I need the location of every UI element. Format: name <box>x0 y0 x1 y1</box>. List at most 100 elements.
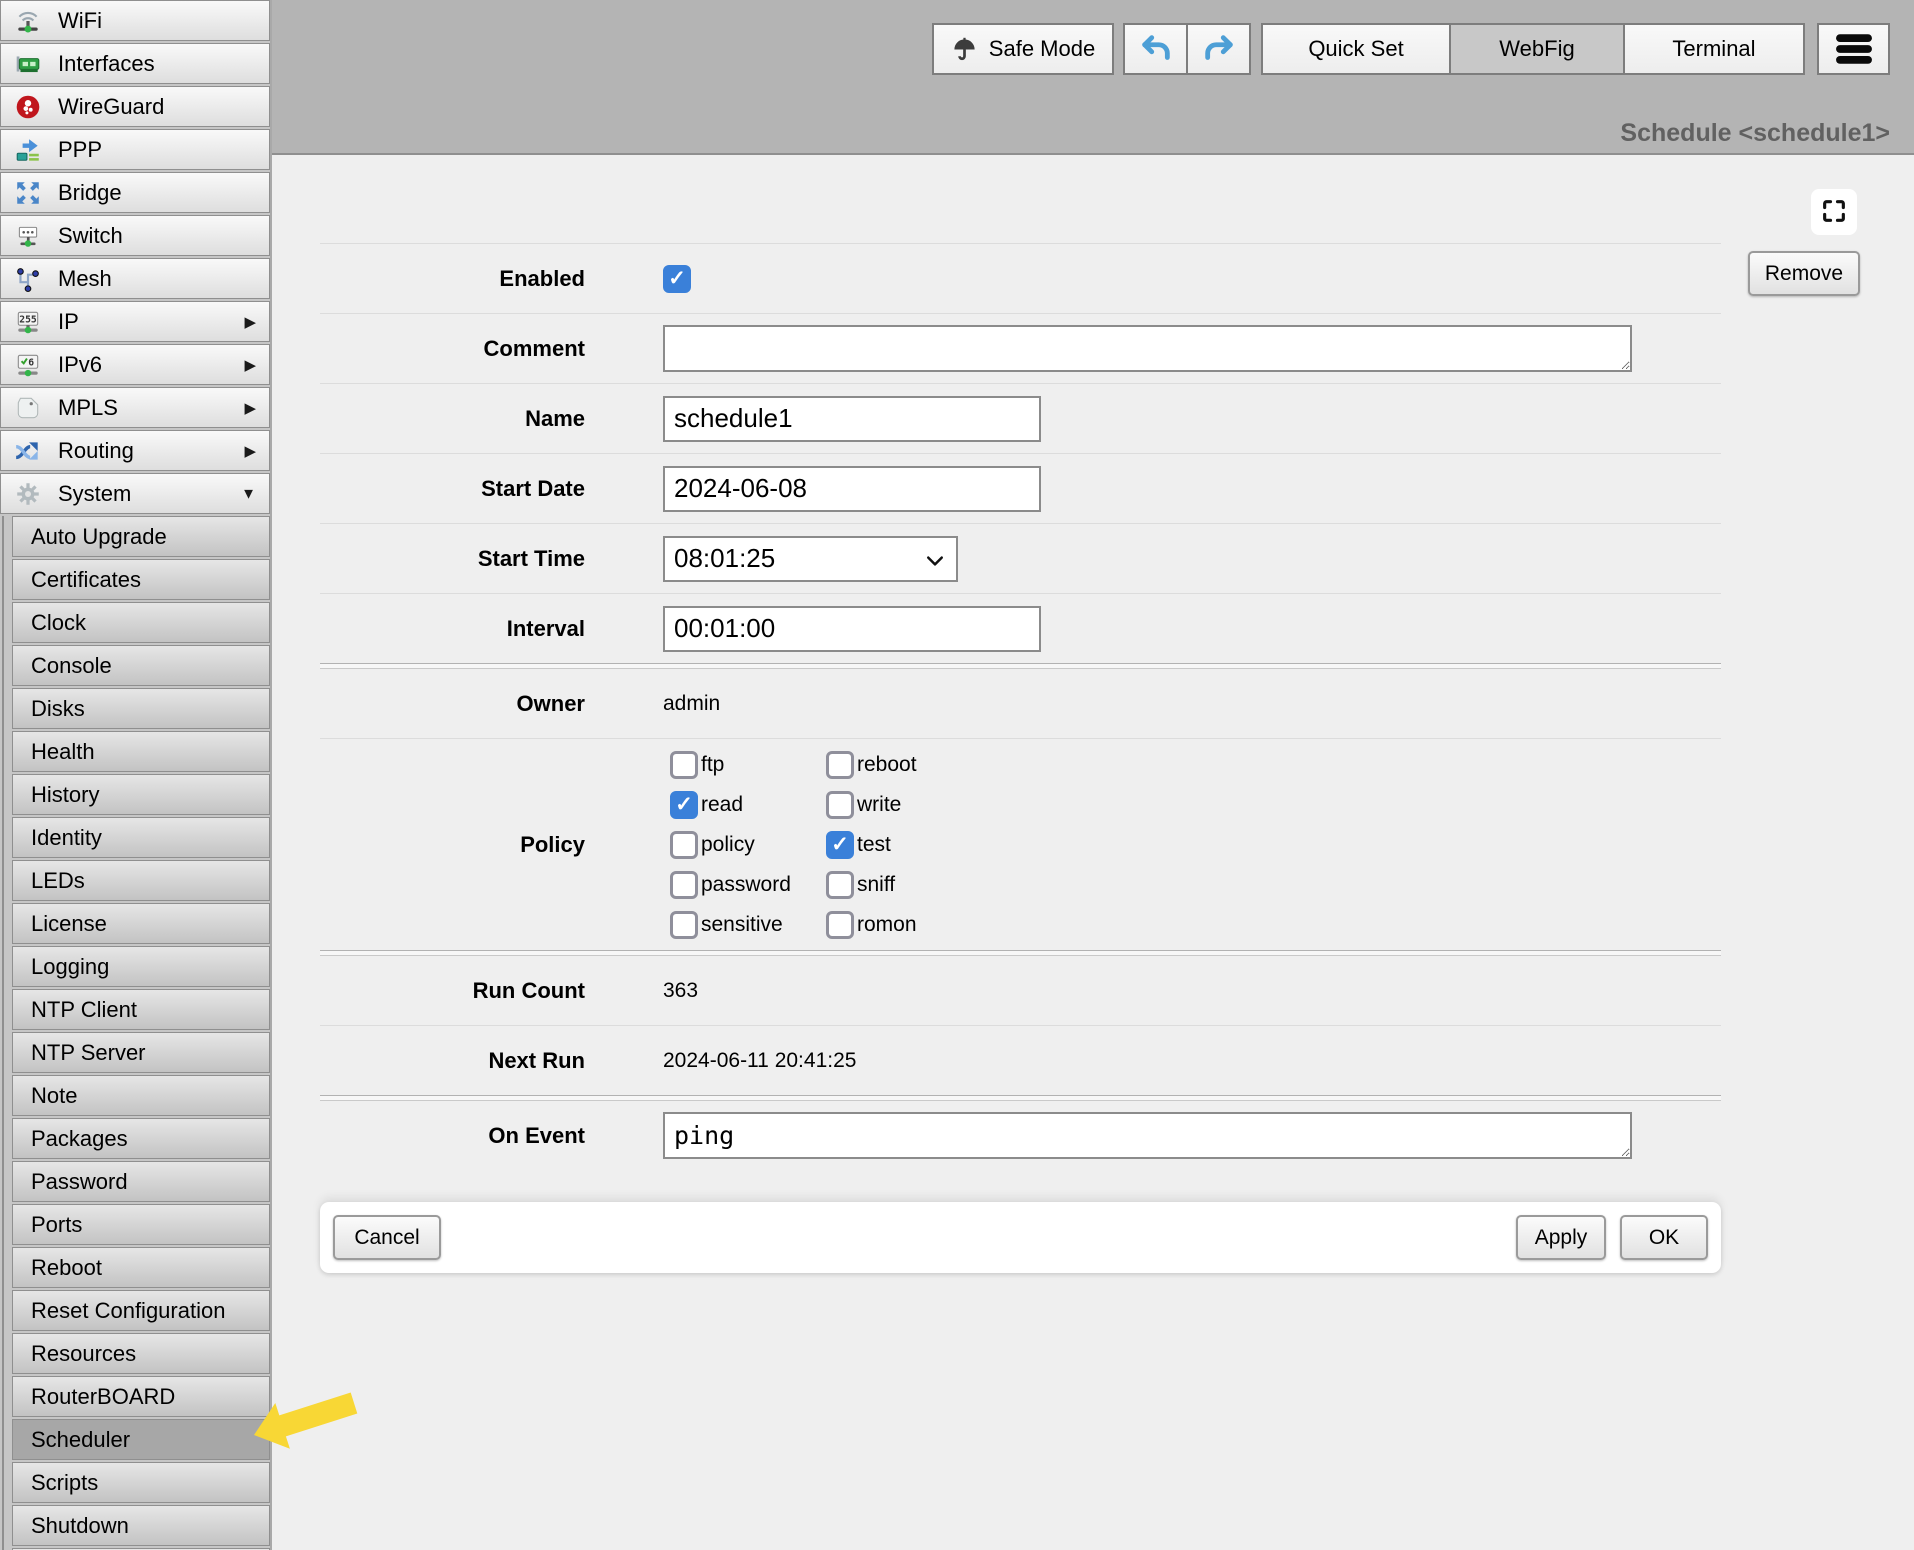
sidebar-item-wireguard[interactable]: WireGuard <box>0 86 270 127</box>
run-count-value: 363 <box>663 979 698 1003</box>
sidebar-item-certificates[interactable]: Certificates <box>12 559 270 600</box>
sidebar-item-license[interactable]: License <box>12 903 270 944</box>
sidebar-item-shutdown[interactable]: Shutdown <box>12 1505 270 1546</box>
hamburger-menu-button[interactable] <box>1817 23 1890 75</box>
sidebar-item-scripts[interactable]: Scripts <box>12 1462 270 1503</box>
next-run-row: Next Run 2024-06-11 20:41:25 <box>320 1026 1721 1095</box>
policy-checkbox-reboot[interactable] <box>826 751 854 779</box>
sidebar-item-mpls[interactable]: MPLS ▶ <box>0 387 270 428</box>
apply-button[interactable]: Apply <box>1516 1215 1606 1260</box>
sidebar-item-ipv6[interactable]: 6IPv6▶ <box>0 344 270 385</box>
sidebar-item-label: Clock <box>31 610 86 636</box>
sidebar-item-packages[interactable]: Packages <box>12 1118 270 1159</box>
sidebar-item-note[interactable]: Note <box>12 1075 270 1116</box>
sidebar-item-routing[interactable]: Routing▶ <box>0 430 270 471</box>
tab-quick-set[interactable]: Quick Set <box>1261 23 1451 75</box>
enabled-row: Enabled <box>320 244 1721 313</box>
webfig-screen: Safe Mode Quick Set WebFig Terminal <box>0 0 1914 1550</box>
tab-webfig[interactable]: WebFig <box>1449 23 1625 75</box>
policy-checkbox-write[interactable] <box>826 791 854 819</box>
sidebar-item-ntp-client[interactable]: NTP Client <box>12 989 270 1030</box>
sidebar-item-password[interactable]: Password <box>12 1161 270 1202</box>
sidebar-item-system[interactable]: System▼ <box>0 473 270 514</box>
sidebar-item-reset-configuration[interactable]: Reset Configuration <box>12 1290 270 1331</box>
sidebar-item-mesh[interactable]: Mesh <box>0 258 270 299</box>
sidebar-item-logging[interactable]: Logging <box>12 946 270 987</box>
policy-option-ftp[interactable]: ftp <box>670 751 826 779</box>
policy-option-reboot[interactable]: reboot <box>826 751 917 779</box>
sidebar-item-bridge[interactable]: Bridge <box>0 172 270 213</box>
sidebar-item-history[interactable]: History <box>12 774 270 815</box>
sidebar-item-label: PPP <box>58 137 102 163</box>
name-input[interactable] <box>663 396 1041 442</box>
chevron-right-icon: ▶ <box>244 356 256 374</box>
policy-checkbox-password[interactable] <box>670 871 698 899</box>
sidebar-item-identity[interactable]: Identity <box>12 817 270 858</box>
cancel-button[interactable]: Cancel <box>333 1215 441 1260</box>
owner-value: admin <box>663 692 720 716</box>
chevron-right-icon: ▶ <box>244 399 256 417</box>
policy-option-read[interactable]: read <box>670 791 826 819</box>
interval-label: Interval <box>320 616 585 642</box>
sidebar-item-clock[interactable]: Clock <box>12 602 270 643</box>
sidebar-item-switch[interactable]: Switch <box>0 215 270 256</box>
policy-option-sensitive[interactable]: sensitive <box>670 911 826 939</box>
enabled-label: Enabled <box>320 266 585 292</box>
sidebar-item-resources[interactable]: Resources <box>12 1333 270 1374</box>
start-time-select[interactable]: 08:01:25 <box>663 536 958 582</box>
sidebar-item-wifi[interactable]: WiFi <box>0 0 270 41</box>
policy-checkbox-test[interactable] <box>826 831 854 859</box>
sidebar-item-health[interactable]: Health <box>12 731 270 772</box>
policy-option-label: sensitive <box>701 913 783 937</box>
run-count-row: Run Count 363 <box>320 956 1721 1025</box>
hamburger-menu-icon <box>1835 33 1873 65</box>
start-date-input[interactable] <box>663 466 1041 512</box>
safe-mode-button[interactable]: Safe Mode <box>932 23 1114 75</box>
policy-checkbox-policy[interactable] <box>670 831 698 859</box>
sidebar-item-label: Shutdown <box>31 1513 129 1539</box>
policy-checkbox-ftp[interactable] <box>670 751 698 779</box>
sidebar-item-leds[interactable]: LEDs <box>12 860 270 901</box>
policy-checkbox-read[interactable] <box>670 791 698 819</box>
sidebar-item-ntp-server[interactable]: NTP Server <box>12 1032 270 1073</box>
remove-button[interactable]: Remove <box>1748 251 1860 296</box>
policy-option-write[interactable]: write <box>826 791 917 819</box>
comment-input[interactable] <box>663 325 1632 372</box>
sidebar-item-console[interactable]: Console <box>12 645 270 686</box>
start-date-row: Start Date <box>320 454 1721 523</box>
sidebar-item-routerboard[interactable]: RouterBOARD <box>12 1376 270 1417</box>
sidebar-item-label: Interfaces <box>58 51 155 77</box>
enabled-checkbox[interactable] <box>663 265 691 293</box>
policy-checkbox-romon[interactable] <box>826 911 854 939</box>
ok-button[interactable]: OK <box>1620 1215 1708 1260</box>
chevron-right-icon: ▶ <box>244 313 256 331</box>
policy-option-romon[interactable]: romon <box>826 911 917 939</box>
sidebar-item-ppp[interactable]: PPP <box>0 129 270 170</box>
policy-option-sniff[interactable]: sniff <box>826 871 917 899</box>
sidebar-item-ip[interactable]: 255IP▶ <box>0 301 270 342</box>
policy-option-password[interactable]: password <box>670 871 826 899</box>
sidebar-item-auto-upgrade[interactable]: Auto Upgrade <box>12 516 270 557</box>
sidebar-item-label: IP <box>58 309 79 335</box>
tab-terminal[interactable]: Terminal <box>1623 23 1805 75</box>
policy-option-policy[interactable]: policy <box>670 831 826 859</box>
sidebar-item-disks[interactable]: Disks <box>12 688 270 729</box>
policy-checkbox-sniff[interactable] <box>826 871 854 899</box>
on-event-input[interactable]: ping <box>663 1112 1632 1159</box>
undo-button[interactable] <box>1123 23 1188 75</box>
mesh-icon <box>13 264 43 294</box>
sidebar-item-ports[interactable]: Ports <box>12 1204 270 1245</box>
policy-checkbox-sensitive[interactable] <box>670 911 698 939</box>
fullscreen-button[interactable] <box>1811 189 1857 235</box>
redo-button[interactable] <box>1186 23 1251 75</box>
policy-option-test[interactable]: test <box>826 831 917 859</box>
wireguard-icon <box>13 92 43 122</box>
sidebar-item-reboot[interactable]: Reboot <box>12 1247 270 1288</box>
sidebar-item-interfaces[interactable]: Interfaces <box>0 43 270 84</box>
interval-input[interactable] <box>663 606 1041 652</box>
on-event-label: On Event <box>320 1123 585 1149</box>
sidebar-item-label: IPv6 <box>58 352 102 378</box>
sidebar-item-scheduler[interactable]: Scheduler <box>12 1419 270 1460</box>
sidebar-item-label: MPLS <box>58 395 118 421</box>
start-time-row: Start Time 08:01:25 <box>320 524 1721 593</box>
